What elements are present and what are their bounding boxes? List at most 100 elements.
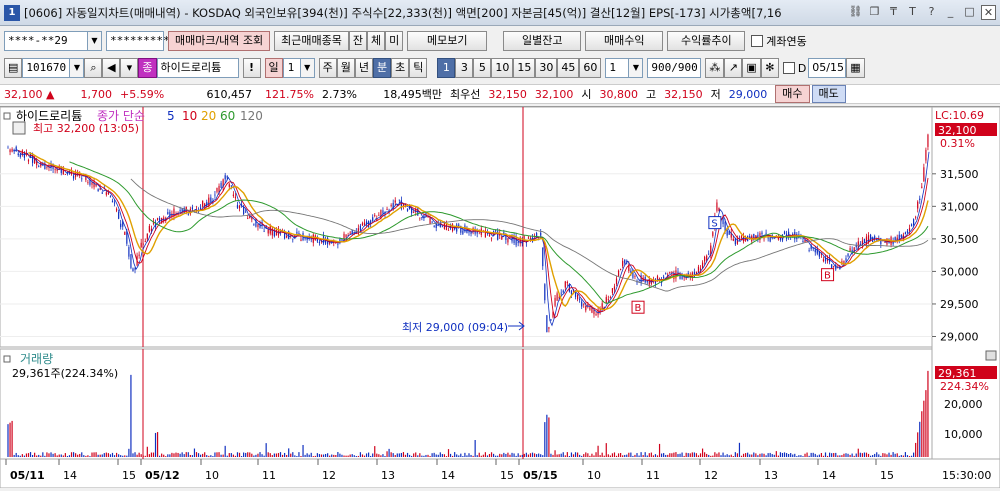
period-second-tab[interactable]: 초: [391, 58, 410, 78]
last-price-tag: 32,100: [938, 124, 977, 137]
calendar-icon[interactable]: ▦: [846, 58, 865, 78]
period-month-tab[interactable]: 월: [336, 58, 355, 78]
volume-bar: [636, 453, 638, 457]
volume-bar: [747, 452, 749, 457]
volume-bar: [312, 456, 314, 457]
period-dropdown-icon[interactable]: ▼: [300, 58, 315, 78]
period-num-input[interactable]: 1: [282, 58, 301, 78]
period-week-tab[interactable]: 주: [318, 58, 337, 78]
candle-body: [542, 247, 544, 267]
trade-mark-button[interactable]: 매매마크/내역 조회: [168, 31, 271, 51]
save-icon[interactable]: ▣: [742, 58, 761, 78]
balance-button[interactable]: 잔: [348, 31, 368, 51]
volume-bar: [574, 452, 577, 457]
volume-bar: [765, 455, 767, 457]
yield-trend-button[interactable]: 수익률추이: [667, 31, 746, 51]
speaker-icon[interactable]: ◀: [102, 58, 121, 78]
volume-bar: [423, 455, 425, 457]
candle-body: [363, 222, 366, 225]
candle-body: [704, 256, 706, 262]
interval-3-button[interactable]: 3: [455, 58, 474, 78]
executed-button[interactable]: 체: [367, 31, 386, 51]
volume-bar: [46, 452, 48, 457]
recent-trades-button[interactable]: 최근매매종목: [274, 31, 349, 51]
close-icon[interactable]: ✕: [981, 5, 996, 20]
volume-bar: [511, 452, 513, 457]
period-year-tab[interactable]: 년: [354, 58, 374, 78]
stock-legend: 하이드로리튬: [16, 109, 82, 123]
warning-button[interactable]: !: [242, 58, 261, 78]
chart-svg[interactable]: B S B 하이드로리튬 종가 단순 5 10 20 60 120 최고 32,20…: [0, 106, 1000, 489]
volume-bar: [34, 452, 36, 457]
gear-icon[interactable]: ✻: [760, 58, 779, 78]
candle-body: [298, 233, 300, 235]
grid-toggle-icon[interactable]: [12, 121, 26, 135]
volume-bar: [458, 455, 460, 457]
period-day-tab[interactable]: 일: [264, 58, 283, 78]
menu-icon[interactable]: ▤: [4, 58, 23, 78]
restore-icon[interactable]: ❐: [867, 5, 882, 20]
volume-bar: [421, 455, 423, 457]
unexecuted-button[interactable]: 미: [385, 31, 404, 51]
count-input[interactable]: 1: [605, 58, 630, 78]
maximize-icon[interactable]: □: [962, 5, 977, 20]
password-input[interactable]: *********: [106, 31, 170, 51]
candle-body: [613, 286, 616, 290]
account-input[interactable]: ****-**29: [4, 31, 88, 51]
volume-bar: [120, 455, 122, 457]
candle-body: [919, 198, 921, 200]
chart-area[interactable]: B S B 하이드로리튬 종가 단순 5 10 20 60 120 최고 32,20…: [0, 106, 1000, 489]
interval-15-button[interactable]: 15: [513, 58, 536, 78]
code-dropdown-icon[interactable]: ▼: [70, 58, 85, 78]
bar-count-input[interactable]: 900/900: [647, 58, 702, 78]
volume-bar: [527, 454, 530, 457]
account-dropdown-icon[interactable]: ▼: [88, 31, 102, 51]
date-checkbox[interactable]: [782, 62, 795, 74]
minimize-icon[interactable]: _: [943, 5, 958, 20]
memo-button[interactable]: 메모보기: [407, 31, 488, 51]
volume-bar: [355, 456, 357, 457]
volume-bar: [91, 452, 93, 457]
link-icon[interactable]: ⛓: [848, 5, 863, 20]
count-dropdown-icon[interactable]: ▼: [629, 58, 644, 78]
settings-small-icon[interactable]: ▾: [120, 58, 139, 78]
text-icon[interactable]: T: [905, 5, 920, 20]
volume-bar: [693, 452, 695, 457]
pin-icon[interactable]: ₸: [886, 5, 901, 20]
volume-bar: [42, 452, 44, 457]
candle-body: [900, 234, 902, 237]
candle-body: [488, 234, 491, 237]
interval-30-button[interactable]: 30: [535, 58, 558, 78]
candle-body: [179, 209, 181, 212]
indicator-icon[interactable]: ⁂: [705, 58, 725, 78]
candle-body: [284, 232, 286, 239]
volume-panel-close-icon[interactable]: [985, 350, 997, 361]
date-input[interactable]: 05/15: [808, 58, 847, 78]
chart-toolbar: ▤ 101670 ▼ ⌕ ◀ ▾ 종 하이드로리튬 ! 일 1 ▼ 주 월 년 …: [0, 57, 1000, 79]
account-link-checkbox[interactable]: [751, 35, 764, 47]
interval-5-button[interactable]: 5: [473, 58, 492, 78]
interval-60-button[interactable]: 60: [579, 58, 602, 78]
interval-45-button[interactable]: 45: [557, 58, 580, 78]
stock-code-input[interactable]: 101670: [22, 58, 71, 78]
ma120-legend: 120: [240, 109, 263, 123]
buy-button[interactable]: 매수: [775, 85, 810, 103]
search-icon[interactable]: ⌕: [84, 58, 103, 78]
help-icon[interactable]: ?: [924, 5, 939, 20]
daily-balance-button[interactable]: 일별잔고: [503, 31, 582, 51]
volume-bar: [634, 454, 636, 457]
x-tick-label: 13: [764, 469, 778, 482]
candle-body: [605, 297, 607, 303]
sell-button[interactable]: 매도: [811, 85, 846, 103]
interval-10-button[interactable]: 10: [491, 58, 514, 78]
interval-1-button[interactable]: 1: [437, 58, 456, 78]
trade-profit-button[interactable]: 매매수익: [585, 31, 664, 51]
candle-body: [634, 276, 636, 277]
period-tick-tab[interactable]: 틱: [409, 58, 428, 78]
draw-tool-icon[interactable]: ↗: [724, 58, 743, 78]
candle-body: [113, 202, 116, 204]
volume-bar: [558, 454, 560, 457]
volume-bar: [804, 453, 806, 457]
volume-value-text: 29,361주(224.34%): [12, 367, 118, 380]
period-minute-tab[interactable]: 분: [373, 58, 392, 78]
